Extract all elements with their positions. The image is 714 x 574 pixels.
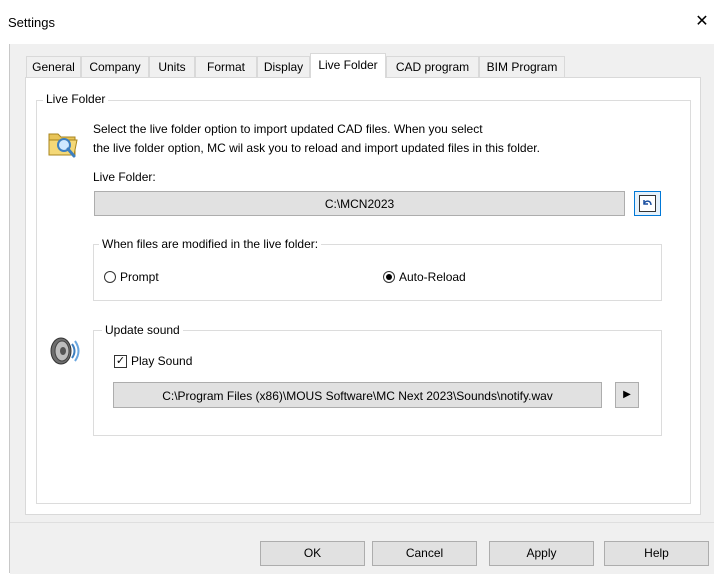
prompt-radio[interactable] bbox=[104, 271, 116, 283]
sound-file-path-field[interactable]: C:\Program Files (x86)\MOUS Software\MC … bbox=[113, 382, 602, 408]
tab-live-folder[interactable]: Live Folder bbox=[310, 53, 386, 78]
folder-search-icon bbox=[46, 126, 80, 160]
apply-button[interactable]: Apply bbox=[489, 541, 594, 566]
tab-bim-program[interactable]: BIM Program bbox=[479, 56, 565, 77]
live-folder-group bbox=[36, 100, 691, 504]
live-folder-browse-button[interactable] bbox=[634, 191, 661, 216]
tab-company[interactable]: Company bbox=[81, 56, 149, 77]
tab-cad-program[interactable]: CAD program bbox=[386, 56, 479, 77]
prompt-label: Prompt bbox=[120, 270, 159, 284]
play-sound-checkbox[interactable]: ✓ bbox=[114, 355, 127, 368]
tab-display[interactable]: Display bbox=[257, 56, 310, 77]
close-icon[interactable]: ✕ bbox=[693, 13, 711, 31]
live-folder-group-title: Live Folder bbox=[43, 92, 109, 106]
tab-units[interactable]: Units bbox=[149, 56, 195, 77]
live-folder-path-field[interactable]: C:\MCN2023 bbox=[94, 191, 625, 216]
play-sound-checkbox-option[interactable]: ✓ Play Sound bbox=[114, 354, 224, 370]
modified-files-group bbox=[93, 244, 662, 301]
auto-reload-radio[interactable] bbox=[383, 271, 395, 283]
play-sound-button[interactable]: ▶ bbox=[615, 382, 639, 408]
title-bar: Settings ✕ bbox=[0, 0, 714, 44]
tab-format[interactable]: Format bbox=[195, 56, 257, 77]
window-title: Settings bbox=[8, 15, 55, 30]
description-line-1: Select the live folder option to import … bbox=[93, 122, 483, 136]
auto-reload-label: Auto-Reload bbox=[399, 270, 466, 284]
description-line-2: the live folder option, MC wil ask you t… bbox=[93, 141, 540, 155]
help-button[interactable]: Help bbox=[604, 541, 709, 566]
cancel-button[interactable]: Cancel bbox=[372, 541, 477, 566]
tab-general[interactable]: General bbox=[26, 56, 81, 77]
modified-files-group-title: When files are modified in the live fold… bbox=[99, 237, 322, 251]
auto-reload-radio-option[interactable]: Auto-Reload bbox=[383, 270, 483, 285]
live-folder-label: Live Folder: bbox=[93, 170, 156, 184]
speaker-icon bbox=[47, 334, 83, 370]
update-sound-group-title: Update sound bbox=[102, 323, 183, 337]
play-sound-label: Play Sound bbox=[131, 354, 193, 368]
prompt-radio-option[interactable]: Prompt bbox=[104, 270, 174, 285]
undo-arrow-icon bbox=[639, 195, 656, 212]
ok-button[interactable]: OK bbox=[260, 541, 365, 566]
